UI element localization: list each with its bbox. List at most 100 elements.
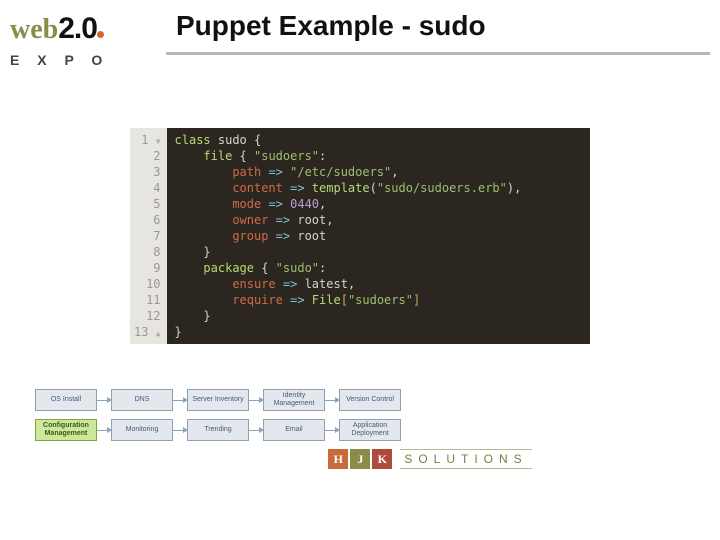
workflow-box: Version Control	[339, 389, 401, 411]
code-token: =>	[276, 229, 298, 243]
arrow-right-icon	[173, 400, 187, 401]
code-token: "sudo"	[276, 261, 319, 275]
line-number-gutter: 1 ▼2345678910111213 ▲	[130, 128, 167, 344]
code-token: owner	[232, 213, 275, 227]
line-number: 6	[134, 212, 161, 228]
code-token: 0440	[290, 197, 319, 211]
code-token	[175, 293, 233, 307]
title-wrap: Puppet Example - sudo	[166, 10, 710, 55]
arrow-right-icon	[249, 400, 263, 401]
line-number: 1 ▼	[134, 132, 161, 148]
code-line: file { "sudoers":	[175, 148, 582, 164]
code-token: File	[312, 293, 341, 307]
arrow-right-icon	[249, 430, 263, 431]
code-token: {	[240, 149, 254, 163]
code-token: group	[232, 229, 275, 243]
code-token: template	[312, 181, 370, 195]
code-token: [	[341, 293, 348, 307]
code-token: =>	[276, 213, 298, 227]
code-token: :	[319, 261, 326, 275]
code-line: ensure => latest,	[175, 276, 582, 292]
code-token: =>	[283, 277, 305, 291]
hjk-j-square: J	[350, 449, 370, 469]
code-token: root	[297, 213, 326, 227]
code-token: }	[203, 309, 210, 323]
slide-title: Puppet Example - sudo	[166, 10, 710, 42]
line-number: 8	[134, 244, 161, 260]
code-token: ),	[507, 181, 521, 195]
slide-header: web 2.0 E X P O Puppet Example - sudo	[0, 0, 720, 68]
workflow-row: OS Install DNS Server Inventory Identity Ma…	[35, 389, 720, 411]
code-line: group => root	[175, 228, 582, 244]
workflow-box: DNS	[111, 389, 173, 411]
workflow-box: Trending	[187, 419, 249, 441]
code-token: "/etc/sudoers"	[290, 165, 391, 179]
code-token: ,	[326, 213, 333, 227]
hjk-solutions-logo: H J K SOLUTIONS	[140, 449, 720, 469]
code-token: ensure	[232, 277, 283, 291]
code-token: =>	[268, 165, 290, 179]
line-number: 10	[134, 276, 161, 292]
logo-20-text: 2.0	[58, 12, 97, 46]
code-token	[175, 181, 233, 195]
workflow-box: OS Install	[35, 389, 97, 411]
code-token	[175, 229, 233, 243]
workflow-box: Application Deployment	[339, 419, 401, 441]
code-block: 1 ▼2345678910111213 ▲ class sudo { file …	[130, 128, 590, 344]
code-line: package { "sudo":	[175, 260, 582, 276]
hjk-h-square: H	[328, 449, 348, 469]
code-line: owner => root,	[175, 212, 582, 228]
code-token: sudo	[218, 133, 254, 147]
code-token: package	[203, 261, 261, 275]
code-token: =>	[268, 197, 290, 211]
line-number: 5	[134, 196, 161, 212]
code-line: }	[175, 244, 582, 260]
line-number: 13 ▲	[134, 324, 161, 340]
code-token	[175, 149, 204, 163]
code-token	[175, 165, 233, 179]
workflow-box: Monitoring	[111, 419, 173, 441]
line-number: 3	[134, 164, 161, 180]
code-line: path => "/etc/sudoers",	[175, 164, 582, 180]
hjk-k-square: K	[372, 449, 392, 469]
code-token: (	[370, 181, 377, 195]
code-token: file	[203, 149, 239, 163]
code-token: ,	[391, 165, 398, 179]
code-token: latest	[305, 277, 348, 291]
code-token: "sudoers"	[254, 149, 319, 163]
logo-expo-text: E X P O	[10, 52, 160, 68]
arrow-right-icon	[97, 430, 111, 431]
workflow-diagram: OS Install DNS Server Inventory Identity Ma…	[35, 389, 720, 441]
code-token: root	[297, 229, 326, 243]
arrow-right-icon	[97, 400, 111, 401]
code-line: content => template("sudo/sudoers.erb"),	[175, 180, 582, 196]
code-token: =>	[290, 293, 312, 307]
logo-web-text: web	[10, 14, 58, 46]
code-token: content	[232, 181, 290, 195]
arrow-right-icon	[325, 430, 339, 431]
code-token: =>	[290, 181, 312, 195]
code-line: mode => 0440,	[175, 196, 582, 212]
code-token	[175, 277, 233, 291]
code-token: :	[319, 149, 326, 163]
code-token: class	[175, 133, 218, 147]
code-token	[175, 197, 233, 211]
code-token: path	[232, 165, 268, 179]
web20-expo-logo: web 2.0 E X P O	[10, 8, 160, 68]
line-number: 2	[134, 148, 161, 164]
arrow-right-icon	[325, 400, 339, 401]
code-line: }	[175, 308, 582, 324]
code-token	[175, 213, 233, 227]
logo-dot-icon	[97, 31, 104, 38]
workflow-box: Identity Management	[263, 389, 325, 411]
code-token: "sudoers"	[348, 293, 413, 307]
fold-arrow-icon: ▼	[156, 137, 161, 146]
workflow-box: Server Inventory	[187, 389, 249, 411]
line-number: 9	[134, 260, 161, 276]
code-token	[175, 309, 204, 323]
code-token: }	[175, 325, 182, 339]
code-token: ,	[319, 197, 326, 211]
code-line: }	[175, 324, 582, 340]
code-token: "sudo/sudoers.erb"	[377, 181, 507, 195]
code-token: require	[232, 293, 290, 307]
